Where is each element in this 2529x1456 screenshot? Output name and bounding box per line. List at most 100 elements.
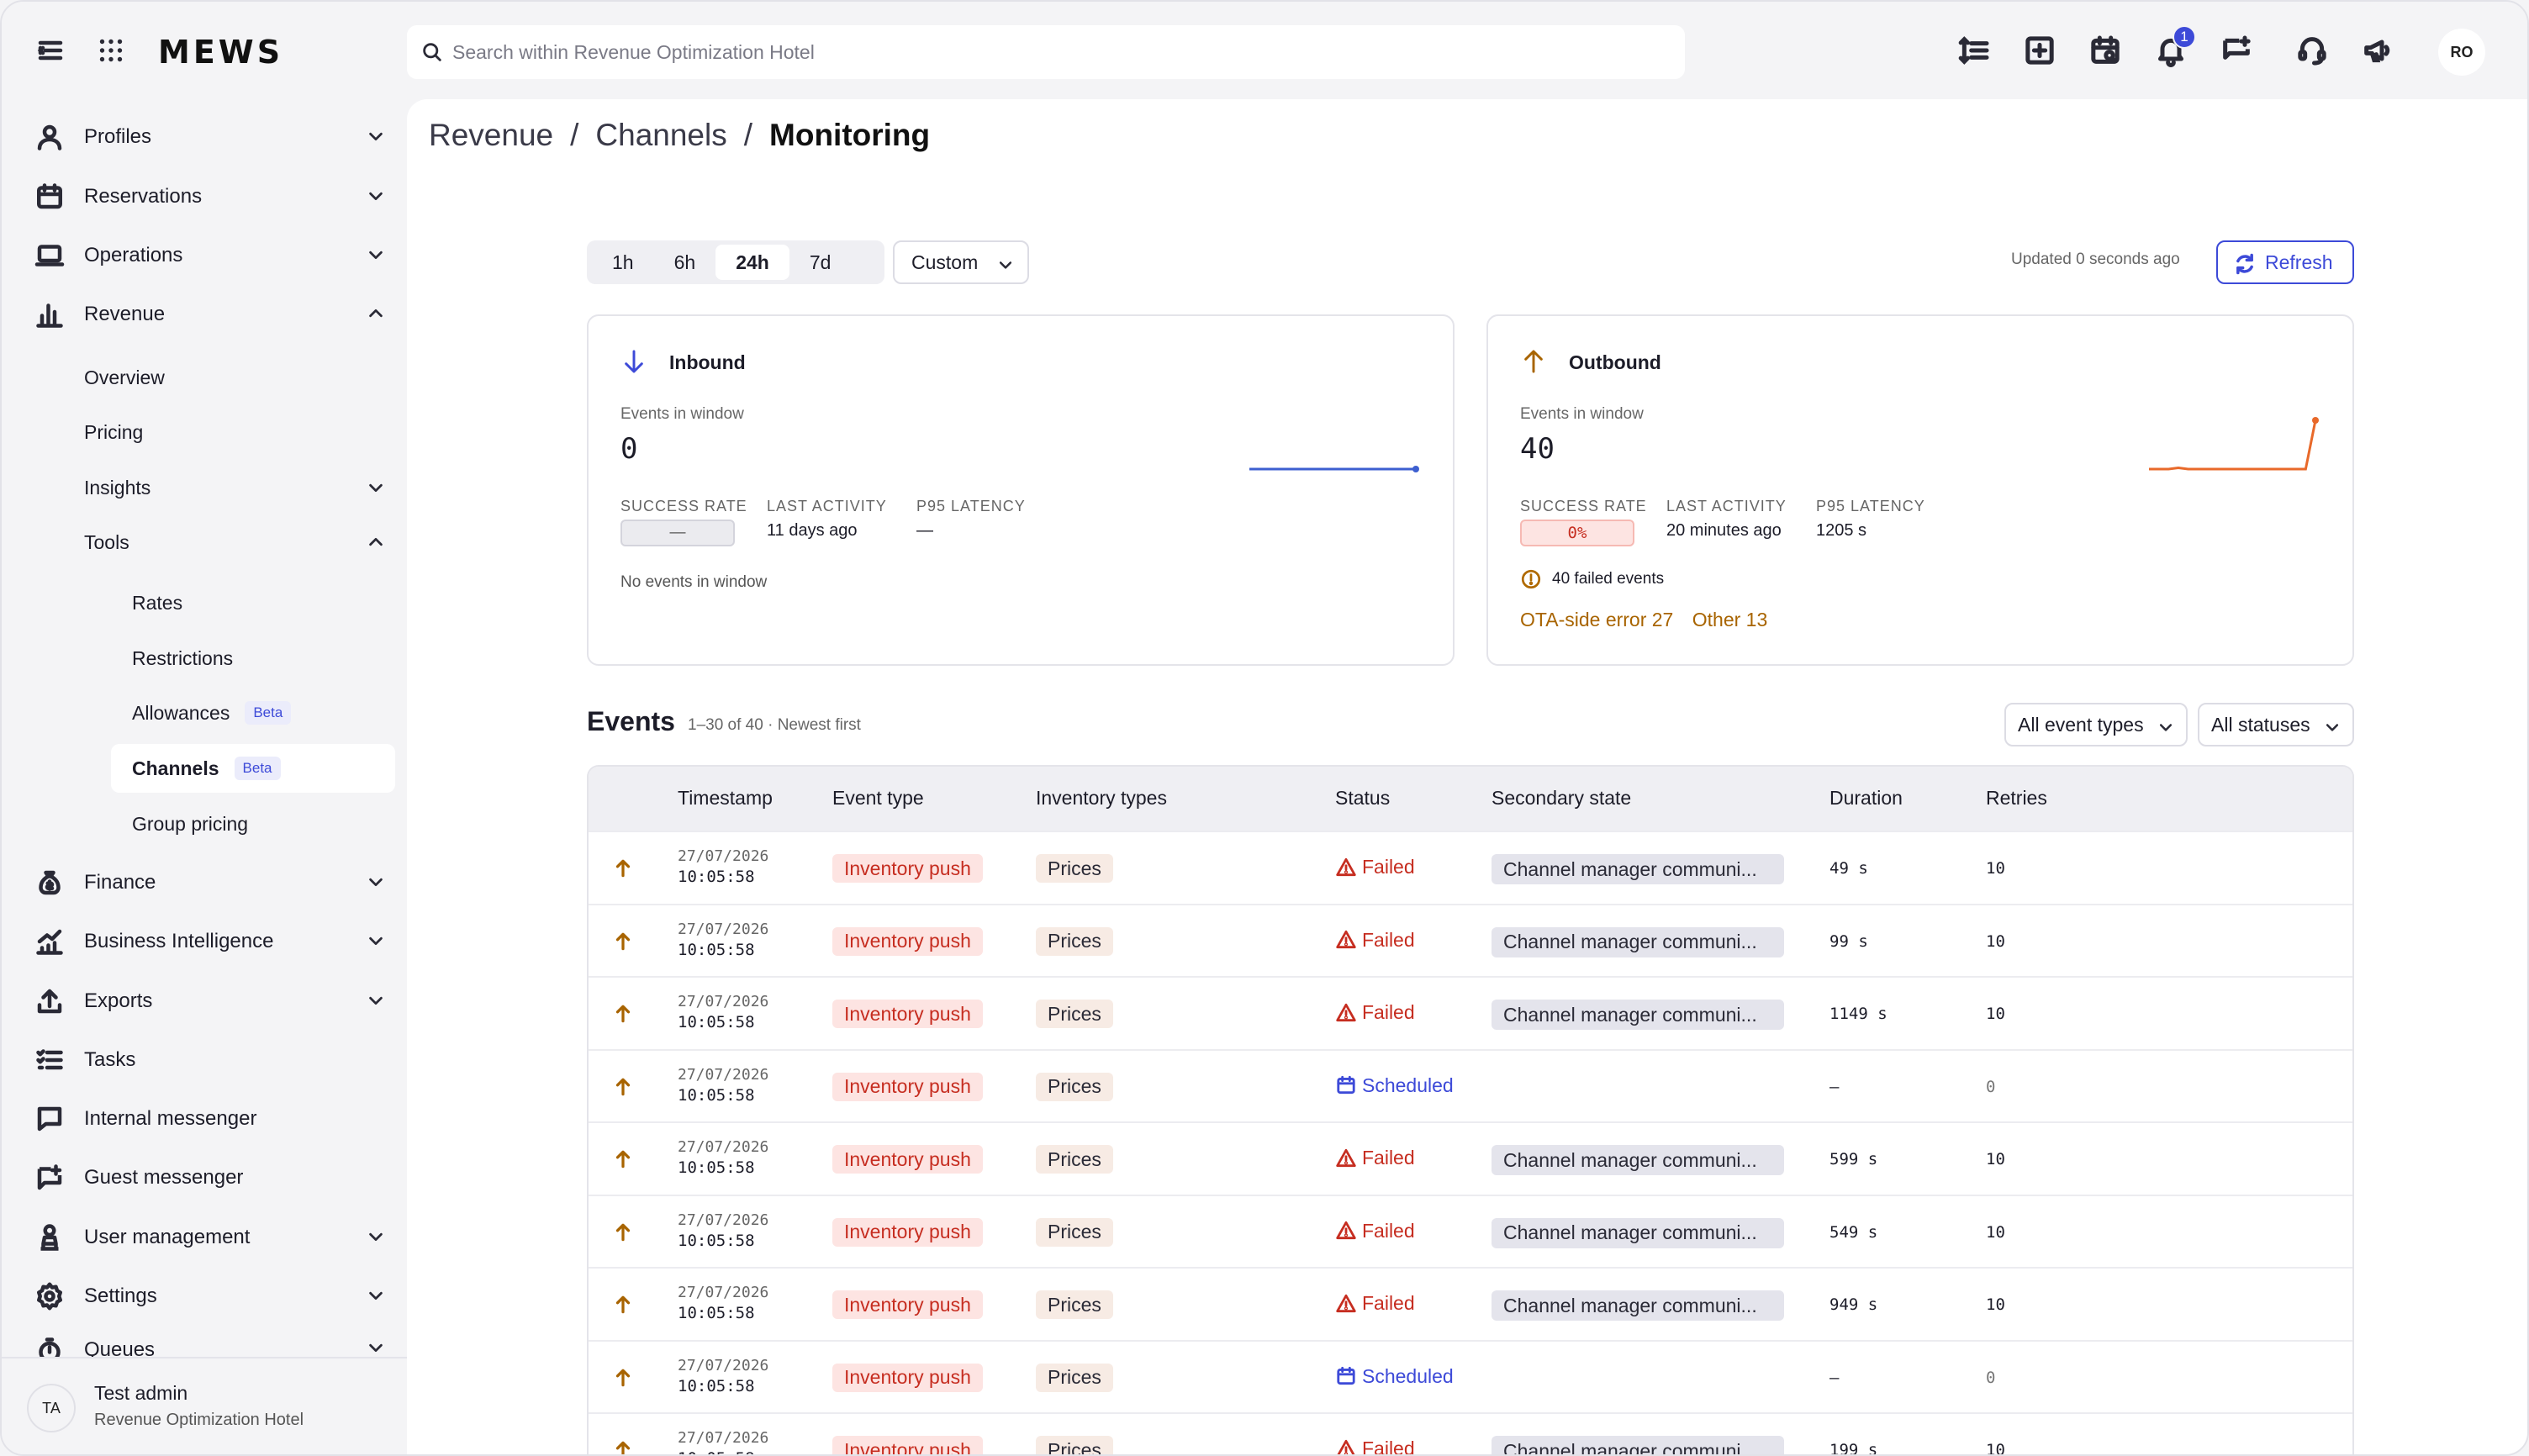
custom-range-dropdown[interactable]: Custom: [893, 240, 1029, 284]
secondary-state-tag[interactable]: Channel manager communi...: [1492, 1436, 1784, 1454]
sidebar-item-label: Business Intelligence: [84, 930, 274, 952]
sidebar-item-operations[interactable]: Operations: [32, 230, 385, 281]
current-user-panel[interactable]: TA Test admin Revenue Optimization Hotel: [2, 1357, 407, 1454]
breadcrumb-revenue[interactable]: Revenue: [429, 118, 553, 153]
column-header-status[interactable]: Status: [1335, 787, 1390, 810]
chevron-down-icon[interactable]: [367, 991, 385, 1016]
table-row[interactable]: 27/07/2026 10:05:58 Inventory push Prices Fa…: [589, 976, 2352, 1048]
table-row[interactable]: 27/07/2026 10:05:58 Inventory push Prices Sc…: [589, 1048, 2352, 1121]
trend-chart-icon: [32, 924, 67, 959]
sidebar-item-user-management[interactable]: User management: [32, 1212, 385, 1263]
inventory-type-tag: Prices: [1036, 1072, 1113, 1101]
sidebar-item-allowances[interactable]: Allowances Beta: [111, 688, 395, 737]
sidebar-item-revenue[interactable]: Revenue: [32, 289, 385, 340]
outbound-last-activity: 20 minutes ago: [1666, 521, 1782, 540]
error-breakdown-item[interactable]: OTA-side error 27: [1520, 609, 1673, 630]
sidebar-item-reservations[interactable]: Reservations: [32, 171, 385, 222]
sidebar-item-channels[interactable]: Channels Beta: [111, 744, 395, 793]
secondary-state-tag[interactable]: Channel manager communi...: [1492, 1217, 1784, 1248]
inbound-sparkline: [1249, 466, 1419, 472]
refresh-button[interactable]: Refresh: [2216, 240, 2354, 284]
chevron-down-icon[interactable]: [367, 931, 385, 956]
table-row[interactable]: 27/07/2026 10:05:58 Inventory push Prices Fa…: [589, 1267, 2352, 1339]
table-row[interactable]: 27/07/2026 10:05:58 Inventory push Prices Fa…: [589, 1121, 2352, 1194]
megaphone-icon[interactable]: [2361, 34, 2394, 67]
column-header-secondary-state[interactable]: Secondary state: [1492, 787, 1631, 810]
range-24h-button[interactable]: 24h: [715, 245, 789, 280]
sidebar-item-guest-messenger[interactable]: Guest messenger: [32, 1153, 385, 1203]
menu-collapse-icon[interactable]: [35, 35, 66, 66]
secondary-state-tag[interactable]: Channel manager communi...: [1492, 1290, 1784, 1321]
row-time: 10:05:58: [678, 1085, 755, 1105]
notification-count-badge: 1: [2173, 25, 2196, 49]
column-header-inventory-types[interactable]: Inventory types: [1036, 787, 1167, 810]
status-badge: Failed: [1335, 929, 1415, 952]
sidebar-item-tools[interactable]: Tools: [84, 518, 397, 567]
event-type-filter[interactable]: All event types: [2004, 703, 2188, 746]
table-row[interactable]: 27/07/2026 10:05:58 Inventory push Prices Fa…: [589, 831, 2352, 903]
warning-icon: [1337, 1439, 1355, 1454]
headset-icon[interactable]: [2295, 34, 2329, 67]
sidebar-item-profiles[interactable]: Profiles: [32, 112, 385, 162]
range-6h-button[interactable]: 6h: [654, 245, 716, 280]
column-header-retries[interactable]: Retries: [1986, 787, 2047, 810]
search-input[interactable]: [452, 25, 1663, 79]
table-row[interactable]: 27/07/2026 10:05:58 Inventory push Prices Fa…: [589, 903, 2352, 976]
status-filter[interactable]: All statuses: [2198, 703, 2354, 746]
arrow-down-icon: [620, 348, 647, 379]
sidebar-item-pricing[interactable]: Pricing: [84, 408, 397, 456]
updated-status: Updated 0 seconds ago: [2011, 251, 2180, 268]
range-1h-button[interactable]: 1h: [592, 245, 654, 280]
calendar-search-icon[interactable]: [2088, 34, 2122, 67]
secondary-state-tag[interactable]: Channel manager communi...: [1492, 1145, 1784, 1175]
user-avatar[interactable]: RO: [2438, 29, 2485, 76]
sidebar-item-finance[interactable]: Finance: [32, 857, 385, 908]
sidebar-item-settings[interactable]: Settings: [32, 1271, 385, 1321]
sidebar-item-label: Reservations: [84, 185, 203, 208]
sidebar-item-internal-messenger[interactable]: Internal messenger: [32, 1094, 385, 1144]
chevron-down-icon[interactable]: [367, 873, 385, 897]
search-bar[interactable]: [407, 25, 1685, 79]
row-time: 10:05:58: [678, 1449, 755, 1454]
chevron-down-icon[interactable]: [367, 127, 385, 151]
chevron-down-icon[interactable]: [367, 245, 385, 270]
sidebar-item-overview[interactable]: Overview: [84, 353, 397, 402]
chevron-down-icon[interactable]: [367, 187, 385, 211]
secondary-state-tag[interactable]: Channel manager communi...: [1492, 854, 1784, 884]
chevron-up-icon[interactable]: [367, 533, 385, 557]
events-table: Timestamp Event type Inventory types Sta…: [587, 765, 2354, 1454]
column-header-event-type[interactable]: Event type: [832, 787, 924, 810]
chevron-down-icon[interactable]: [367, 1227, 385, 1252]
arrow-up-icon: [612, 857, 634, 884]
chevron-down-icon[interactable]: [367, 1338, 385, 1357]
secondary-state-tag[interactable]: Channel manager communi...: [1492, 926, 1784, 957]
sort-lines-icon[interactable]: [1957, 34, 1991, 67]
sidebar-item-insights[interactable]: Insights: [84, 463, 397, 512]
secondary-state-tag[interactable]: Channel manager communi...: [1492, 1000, 1784, 1030]
chevron-up-icon[interactable]: [367, 304, 385, 329]
mews-logo[interactable]: MEWS: [158, 34, 283, 71]
sidebar-item-exports[interactable]: Exports: [32, 976, 385, 1026]
chat-sparkle-icon[interactable]: [2220, 34, 2253, 67]
row-time: 10:05:58: [678, 1376, 755, 1395]
sidebar-item-business-intelligence[interactable]: Business Intelligence: [32, 916, 385, 967]
range-7d-button[interactable]: 7d: [789, 245, 852, 280]
chevron-down-icon[interactable]: [367, 1286, 385, 1311]
table-row[interactable]: 27/07/2026 10:05:58 Inventory push Prices Sc…: [589, 1339, 2352, 1412]
status-badge: Failed: [1335, 1438, 1415, 1454]
outbound-card: Outbound Events in window 40 SUCCESS RAT…: [1486, 314, 2354, 666]
table-row[interactable]: 27/07/2026 10:05:58 Inventory push Prices Fa…: [589, 1412, 2352, 1454]
apps-grid-icon[interactable]: [96, 35, 126, 66]
sidebar-item-restrictions[interactable]: Restrictions: [111, 634, 395, 683]
sidebar-item-queues[interactable]: Queues: [32, 1330, 385, 1357]
add-square-icon[interactable]: [2023, 34, 2056, 67]
column-header-duration[interactable]: Duration: [1829, 787, 1903, 810]
breadcrumb-channels[interactable]: Channels: [595, 118, 726, 153]
column-header-timestamp[interactable]: Timestamp: [678, 787, 773, 810]
sidebar-item-rates[interactable]: Rates: [111, 578, 395, 627]
sidebar-item-group-pricing[interactable]: Group pricing: [111, 799, 395, 848]
error-breakdown-item[interactable]: Other 13: [1692, 609, 1768, 630]
table-row[interactable]: 27/07/2026 10:05:58 Inventory push Prices Fa…: [589, 1194, 2352, 1267]
sidebar-item-tasks[interactable]: Tasks: [32, 1035, 385, 1085]
chevron-down-icon[interactable]: [367, 478, 385, 502]
